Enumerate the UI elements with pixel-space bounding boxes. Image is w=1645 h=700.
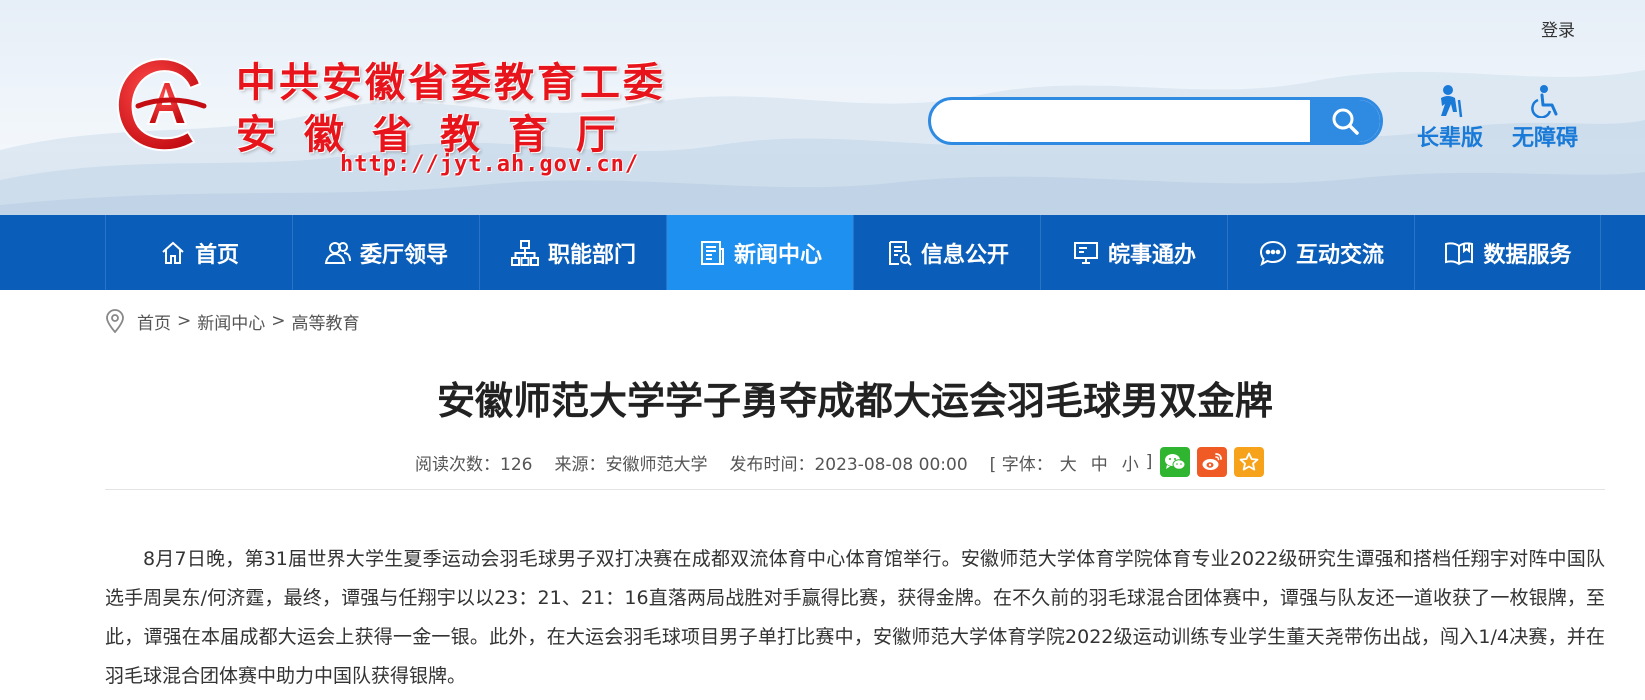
font-size-large[interactable]: 大 (1060, 450, 1077, 475)
breadcrumb-news-center[interactable]: 新闻中心 (197, 309, 265, 334)
nav-item-home[interactable]: 首页 (105, 215, 292, 290)
article-meta: 阅读次数：126 来源：安徽师范大学 发布时间：2023-08-08 00:00… (415, 447, 1271, 477)
search-icon (1332, 108, 1359, 135)
nav-item-news[interactable]: 新闻中心 (666, 215, 853, 290)
chat-icon (1259, 240, 1286, 266)
search-input[interactable] (931, 100, 1351, 142)
location-pin-icon (106, 309, 124, 333)
site-header: 登录 中共安徽省委教育工委 安徽省教育厅 http://jyt.ah.gov.c… (0, 0, 1645, 215)
font-size-medium[interactable]: 中 (1091, 450, 1108, 475)
breadcrumb-higher-education[interactable]: 高等教育 (292, 309, 360, 334)
monitor-icon (1073, 241, 1098, 264)
main-nav: 首页 委厅领导 职能部门 新闻中心 信息公开 皖事通办 互动交流 数据服务 (0, 215, 1645, 290)
nav-item-services[interactable]: 皖事通办 (1040, 215, 1227, 290)
share-buttons (1160, 447, 1271, 477)
book-icon (1445, 241, 1474, 265)
favorite-button[interactable] (1234, 447, 1265, 477)
org-chart-icon (510, 239, 539, 266)
wheelchair-icon (1531, 85, 1558, 118)
logo-emblem-icon (116, 58, 207, 152)
site-logo[interactable]: 中共安徽省委教育工委 安徽省教育厅 http://jyt.ah.gov.cn/ (108, 46, 718, 186)
breadcrumb-separator: > (271, 311, 286, 331)
document-list-icon (888, 240, 912, 266)
leaders-icon (324, 241, 351, 264)
publish-time: 发布时间：2023-08-08 00:00 (729, 454, 968, 475)
view-count: 阅读次数：126 (415, 454, 533, 475)
nav-item-leaders[interactable]: 委厅领导 (292, 215, 479, 290)
accessibility-button[interactable]: 无障碍 (1505, 84, 1585, 152)
article-source: 来源：安徽师范大学 (554, 454, 708, 475)
font-size-label: [ 字体： (989, 454, 1053, 475)
nav-item-interaction[interactable]: 互动交流 (1227, 215, 1414, 290)
news-icon (700, 240, 724, 265)
font-size-small[interactable]: 小 (1122, 450, 1139, 475)
search-button[interactable] (1310, 100, 1380, 142)
article-title: 安徽师范大学学子勇夺成都大运会羽毛球男双金牌 (436, 379, 1273, 423)
nav-item-departments[interactable]: 职能部门 (479, 215, 666, 290)
elder-person-icon (1441, 85, 1463, 118)
org-name-line1: 中共安徽省委教育工委 (236, 59, 666, 106)
favorite-star-icon (1239, 452, 1259, 471)
weibo-icon (1202, 453, 1223, 470)
article-body: 8月7日晚，第31届世界大学生夏季运动会羽毛球男子双打决赛在成都双流体育中心体育… (105, 548, 1605, 687)
share-wechat-button[interactable] (1160, 447, 1191, 477)
search-bar (928, 97, 1383, 145)
breadcrumb-home[interactable]: 首页 (137, 309, 171, 334)
site-url: http://jyt.ah.gov.cn/ (340, 152, 640, 177)
accessibility-label: 无障碍 (1511, 126, 1578, 151)
elder-mode-button[interactable]: 长辈版 (1410, 84, 1490, 152)
breadcrumb-separator: > (177, 311, 192, 331)
elder-mode-label: 长辈版 (1416, 126, 1483, 151)
breadcrumb: 首页 > 新闻中心 > 高等教育 (105, 308, 360, 334)
wechat-icon (1165, 454, 1186, 470)
home-icon (162, 241, 184, 264)
login-link[interactable]: 登录 (1541, 16, 1575, 41)
title-divider (105, 489, 1605, 490)
nav-item-data-services[interactable]: 数据服务 (1414, 215, 1601, 290)
font-size-label-close: ] (1145, 452, 1153, 472)
nav-item-info-disclosure[interactable]: 信息公开 (853, 215, 1040, 290)
share-weibo-button[interactable] (1197, 447, 1228, 477)
